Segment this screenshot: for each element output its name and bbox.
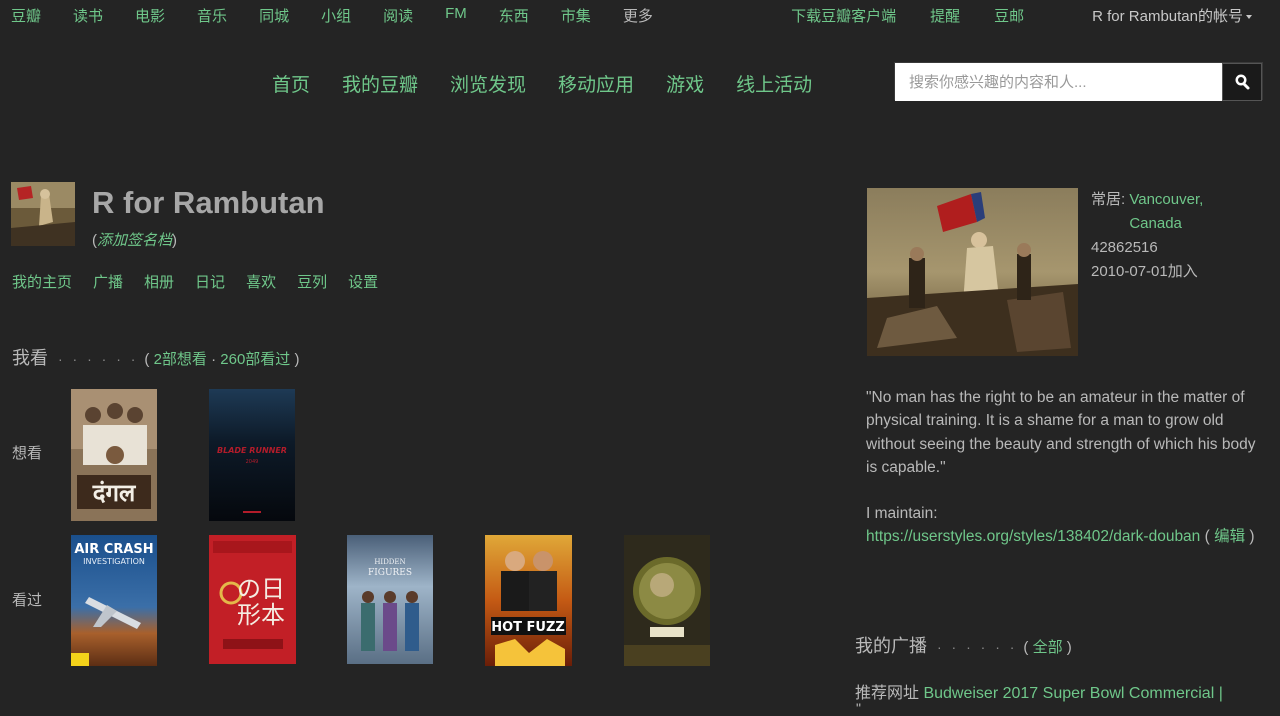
subnav-settings[interactable]: 设置 [348,271,378,292]
blade-runner-year: 2049 [246,459,259,465]
profile-large-image [867,188,1078,356]
movies-close: ) [294,351,300,368]
dangal-poster[interactable]: दंगल [71,389,157,521]
movies-sep: · [211,351,217,368]
subnav-doulist[interactable]: 豆列 [297,271,327,292]
dangal-title: दंगल [92,479,137,507]
movies-section-title: 我看 · · · · · · ( 2部想看 · 260部看过 ) [12,344,299,370]
edit-intro-link[interactable]: 编辑 [1214,528,1245,545]
subnav-album[interactable]: 相册 [144,271,174,292]
movies-dots: · · · · · · [58,351,139,367]
user-nav: 下载豆瓣客户端 提醒 豆邮 R for Rambutan的帐号 [757,5,1252,26]
earth-poster[interactable] [624,535,710,666]
broadcast-close: ) [1066,639,1072,656]
avatar[interactable] [11,182,75,246]
global-topbar: 豆瓣 读书 电影 音乐 同城 小组 阅读 FM 东西 市集 更多 下载豆瓣客户端… [0,0,1280,28]
air-crash-poster[interactable]: AIR CRASH INVESTIGATION [71,535,157,666]
hidden-figures-poster[interactable]: HIDDEN FIGURES [347,535,433,664]
residence-link[interactable]: Vancouver, Canada [1129,188,1259,236]
hot-fuzz-title: HOT FUZZ [491,620,565,635]
profile-name: R for Rambutan [92,185,325,220]
join-date: 2010-07-01加入 [1091,263,1198,280]
maintain-row: https://userstyles.org/styles/138402/dar… [866,525,1256,548]
nav-douban[interactable]: 豆瓣 [11,5,41,26]
chevron-down-icon [1246,15,1252,20]
movies-open: ( [144,351,150,368]
hidden-figures-sub: FIGURES [368,568,412,578]
nav-read[interactable]: 阅读 [383,5,413,26]
hot-fuzz-poster[interactable]: HOT FUZZ [485,535,572,666]
broadcast-title: 我的广播 [855,636,927,656]
subnav-diary[interactable]: 日记 [195,271,225,292]
rec-label: 推荐网址 [855,685,924,702]
wish-row-label: 想看 [12,445,43,462]
profile-intro-quote: "No man has the right to be an amateur i… [866,389,1256,476]
edit-open: ( [1200,528,1215,546]
broadcast-item: 推荐网址 Budweiser 2017 Super Bowl Commercia… [855,679,1250,703]
signature-line: (添加签名档) [92,229,177,250]
mainnav-home[interactable]: 首页 [272,70,310,97]
seen-row-label: 看过 [12,592,43,609]
profile-info: 常居: Vancouver, Canada 42862516 2010-07-0… [1091,188,1259,284]
edit-close: ) [1245,528,1255,546]
movies-title: 我看 [12,348,48,368]
main-nav: 首页 我的豆瓣 浏览发现 移动应用 游戏 线上活动 [272,70,844,97]
profile-subnav: 我的主页 广播 相册 日记 喜欢 豆列 设置 [12,271,399,292]
nav-local[interactable]: 同城 [259,5,289,26]
account-menu[interactable]: R for Rambutan的帐号 [1058,5,1252,26]
broadcast-item-cont: " [856,700,861,716]
nihon-no-ichiban-poster[interactable]: の日 形本 [209,535,296,664]
broadcast-section-title: 我的广播 · · · · · · ( 全部 ) [855,632,1072,658]
mainnav-online[interactable]: 线上活动 [736,70,812,97]
account-name: R for Rambutan的帐号 [1092,8,1243,25]
nav-book[interactable]: 读书 [73,5,103,26]
add-signature-link[interactable]: 添加签名档 [97,232,172,249]
maintain-block: I maintain: https://userstyles.org/style… [866,502,1256,549]
blade-runner-title: BLADE RUNNER [217,446,287,455]
global-nav: 豆瓣 读书 电影 音乐 同城 小组 阅读 FM 东西 市集 更多 [11,5,685,26]
search-icon [1235,74,1250,90]
subnav-broadcast[interactable]: 广播 [93,271,123,292]
nav-movie[interactable]: 电影 [135,5,165,26]
residence-row: 常居: Vancouver, Canada [1091,188,1259,236]
wish-count-link[interactable]: 2部想看 [154,351,207,368]
nav-music[interactable]: 音乐 [197,5,227,26]
subnav-likes[interactable]: 喜欢 [246,271,276,292]
search-box [894,62,1263,101]
blade-runner-poster[interactable]: BLADE RUNNER 2049 [209,389,295,521]
maintain-label: I maintain: [866,505,938,522]
mainnav-games[interactable]: 游戏 [666,70,704,97]
nihon-title: の日 [237,575,285,603]
userstyle-link[interactable]: https://userstyles.org/styles/138402/dar… [866,528,1200,545]
download-app-link[interactable]: 下载豆瓣客户端 [791,5,896,26]
broadcast-dots: · · · · · · [937,639,1018,655]
search-button[interactable] [1222,63,1262,101]
broadcast-open: ( [1023,639,1029,656]
rec-link[interactable]: Budweiser 2017 Super Bowl Commercial | [923,685,1222,702]
seen-count-link[interactable]: 260部看过 [220,351,290,368]
nihon-sub: 形本 [237,601,285,629]
nav-more[interactable]: 更多 [623,5,653,26]
nav-group[interactable]: 小组 [321,5,351,26]
nav-market[interactable]: 市集 [561,5,591,26]
mainnav-mine[interactable]: 我的豆瓣 [342,70,418,97]
residence-label: 常居: [1091,191,1130,208]
search-input[interactable] [895,63,1223,101]
nav-fm[interactable]: FM [445,5,467,26]
doumail-link[interactable]: 豆邮 [994,5,1024,26]
notifications-link[interactable]: 提醒 [930,5,960,26]
hidden-figures-title: HIDDEN [374,558,405,566]
mainnav-explore[interactable]: 浏览发现 [450,70,526,97]
nav-dongxi[interactable]: 东西 [499,5,529,26]
user-id: 42862516 [1091,239,1158,256]
air-crash-sub: INVESTIGATION [83,557,145,566]
signature-close: ) [172,232,178,249]
air-crash-title: AIR CRASH [74,542,153,557]
subnav-home[interactable]: 我的主页 [12,271,72,292]
mainnav-mobile[interactable]: 移动应用 [558,70,634,97]
broadcast-all-link[interactable]: 全部 [1033,639,1063,656]
